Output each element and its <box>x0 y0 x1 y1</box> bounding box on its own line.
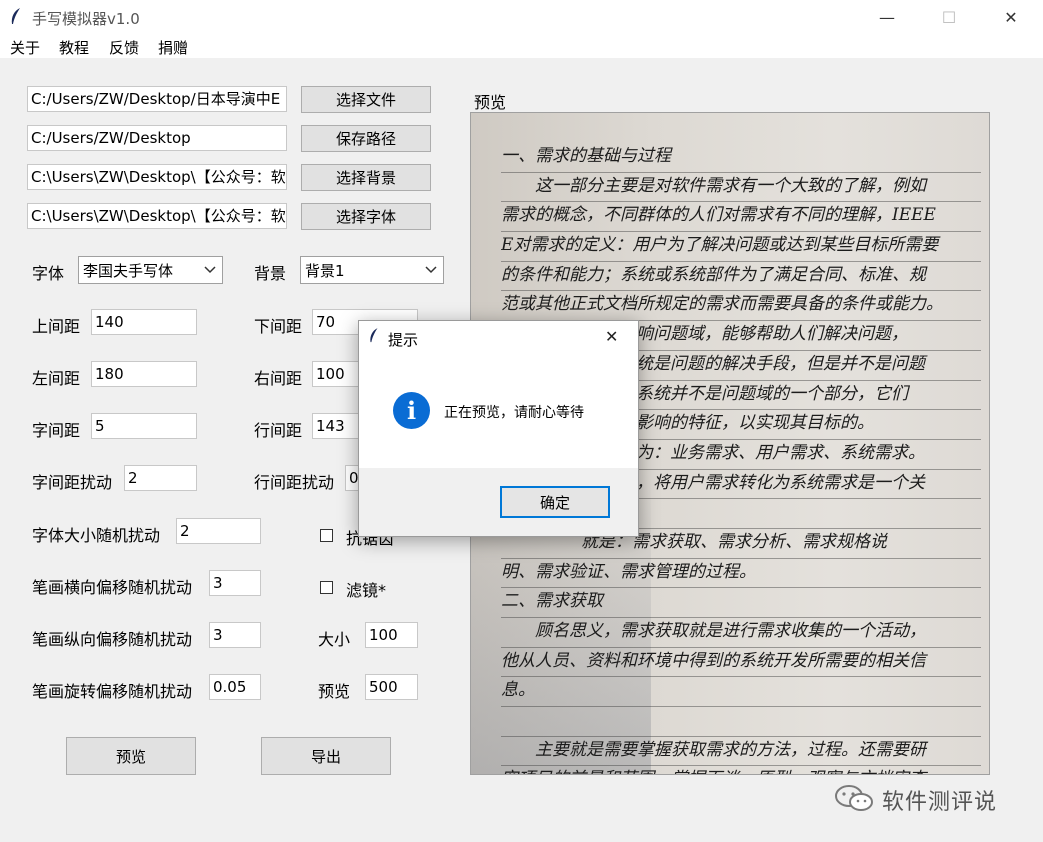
handwriting-line: 一、需求的基础与过程 <box>501 143 981 173</box>
stroke-y-jitter-label: 笔画纵向偏移随机扰动 <box>32 630 193 649</box>
select-background-button[interactable]: 选择背景 <box>301 164 431 191</box>
handwriting-line: 他从人员、资料和环境中得到的系统开发所需要的相关信 <box>501 648 981 678</box>
handwriting-line: 明、需求验证、需求管理的过程。 <box>501 559 981 589</box>
preview-size-input[interactable]: 500 <box>365 674 418 700</box>
close-icon: ✕ <box>1004 7 1018 27</box>
stroke-rot-jitter-label: 笔画旋转偏移随机扰动 <box>32 682 193 701</box>
top-margin-label: 上间距 <box>32 317 81 336</box>
line-spacing-jitter-label: 行间距扰动 <box>254 473 335 492</box>
window-title: 手写模拟器v1.0 <box>32 10 140 28</box>
background-path-input[interactable]: C:\Users\ZW\Desktop\【公众号：软 <box>27 164 287 190</box>
info-dialog: 提示 ✕ i 正在预览，请耐心等待 确定 <box>358 320 639 537</box>
menu-feedback[interactable]: 反馈 <box>109 37 139 58</box>
dialog-close-button[interactable]: ✕ <box>605 327 618 346</box>
wechat-icon <box>835 785 873 811</box>
font-size-jitter-input[interactable]: 2 <box>176 518 261 544</box>
minimize-button[interactable]: — <box>864 0 910 34</box>
close-icon: ✕ <box>605 327 619 346</box>
dialog-title: 提示 <box>388 331 419 349</box>
char-spacing-input[interactable]: 5 <box>91 413 197 439</box>
background-label: 背景 <box>254 264 287 283</box>
watermark-text: 软件测评说 <box>882 790 998 815</box>
handwriting-line: 顾名思义，需求获取就是进行需求收集的一个活动， <box>501 618 981 648</box>
preview-title: 预览 <box>474 93 507 112</box>
line-spacing-label: 行间距 <box>254 421 303 440</box>
select-font-button[interactable]: 选择字体 <box>301 203 431 230</box>
dialog-message: 正在预览，请耐心等待 <box>444 405 584 421</box>
stroke-x-jitter-label: 笔画横向偏移随机扰动 <box>32 578 193 597</box>
menu-bar <box>0 34 1043 58</box>
background-select[interactable]: 背景1 <box>300 256 444 284</box>
export-button[interactable]: 导出 <box>261 737 391 775</box>
maximize-icon: ☐ <box>941 7 957 27</box>
ok-button[interactable]: 确定 <box>500 486 610 518</box>
feather-icon <box>370 328 378 343</box>
save-path-button[interactable]: 保存路径 <box>301 125 431 152</box>
size-input[interactable]: 100 <box>365 622 418 648</box>
handwriting-line: 主要就是需要掌握获取需求的方法，过程。还需要研 <box>501 737 981 767</box>
file-path-input[interactable]: C:/Users/ZW/Desktop/日本导演中E <box>27 86 287 112</box>
bottom-margin-label: 下间距 <box>254 317 303 336</box>
filter-label: 滤镜* <box>346 581 387 600</box>
font-label: 字体 <box>32 264 65 283</box>
handwriting-line <box>501 707 981 737</box>
antialias-checkbox[interactable] <box>320 529 333 542</box>
menu-donate[interactable]: 捐赠 <box>158 37 188 58</box>
minimize-icon: — <box>879 7 895 27</box>
chevron-down-icon <box>204 266 216 274</box>
handwriting-line: 究项目的前景和范围，掌握面谈、原型、观察与文档审查 <box>501 766 981 774</box>
handwriting-line: 息。 <box>501 677 981 708</box>
stroke-x-jitter-input[interactable]: 3 <box>209 570 261 596</box>
preview-size-label: 预览 <box>318 682 351 701</box>
info-icon: i <box>393 392 430 429</box>
chevron-down-icon <box>425 266 437 274</box>
char-spacing-label: 字间距 <box>32 421 81 440</box>
left-margin-input[interactable]: 180 <box>91 361 197 387</box>
font-path-input[interactable]: C:\Users\ZW\Desktop\【公众号：软 <box>27 203 287 229</box>
background-select-value: 背景1 <box>305 261 345 280</box>
right-margin-label: 右间距 <box>254 369 303 388</box>
char-spacing-jitter-input[interactable]: 2 <box>124 465 197 491</box>
font-select-value: 李国夫手写体 <box>83 261 174 280</box>
feather-icon <box>11 8 20 24</box>
close-button[interactable]: ✕ <box>988 0 1034 34</box>
save-path-input[interactable]: C:/Users/ZW/Desktop <box>27 125 287 151</box>
maximize-button[interactable]: ☐ <box>926 0 972 34</box>
select-file-button[interactable]: 选择文件 <box>301 86 431 113</box>
handwriting-line: 需求的概念，不同群体的人们对需求有不同的理解，IEEE <box>501 202 981 233</box>
handwriting-line: E对需求的定义：用户为了解决问题或达到某些目标所需要 <box>501 232 981 262</box>
stroke-y-jitter-input[interactable]: 3 <box>209 622 261 648</box>
font-size-jitter-label: 字体大小随机扰动 <box>32 526 161 545</box>
handwriting-line: 的条件和能力；系统或系统部件为了满足合同、标准、规 <box>501 262 981 292</box>
top-margin-input[interactable]: 140 <box>91 309 197 335</box>
preview-button[interactable]: 预览 <box>66 737 196 775</box>
stroke-rot-jitter-input[interactable]: 0.05 <box>209 674 261 700</box>
font-select[interactable]: 李国夫手写体 <box>78 256 223 284</box>
left-margin-label: 左间距 <box>32 369 81 388</box>
handwriting-line: 二、需求获取 <box>501 588 981 618</box>
filter-checkbox[interactable] <box>320 581 333 594</box>
char-spacing-jitter-label: 字间距扰动 <box>32 473 113 492</box>
handwriting-line: 范或其他正式文档所规定的需求而需要具备的条件或能力。 <box>501 291 981 322</box>
size-label: 大小 <box>318 630 351 649</box>
menu-tutorial[interactable]: 教程 <box>59 37 89 58</box>
menu-about[interactable]: 关于 <box>10 37 40 58</box>
handwriting-line: 这一部分主要是对软件需求有一个大致的了解，例如 <box>501 173 981 203</box>
